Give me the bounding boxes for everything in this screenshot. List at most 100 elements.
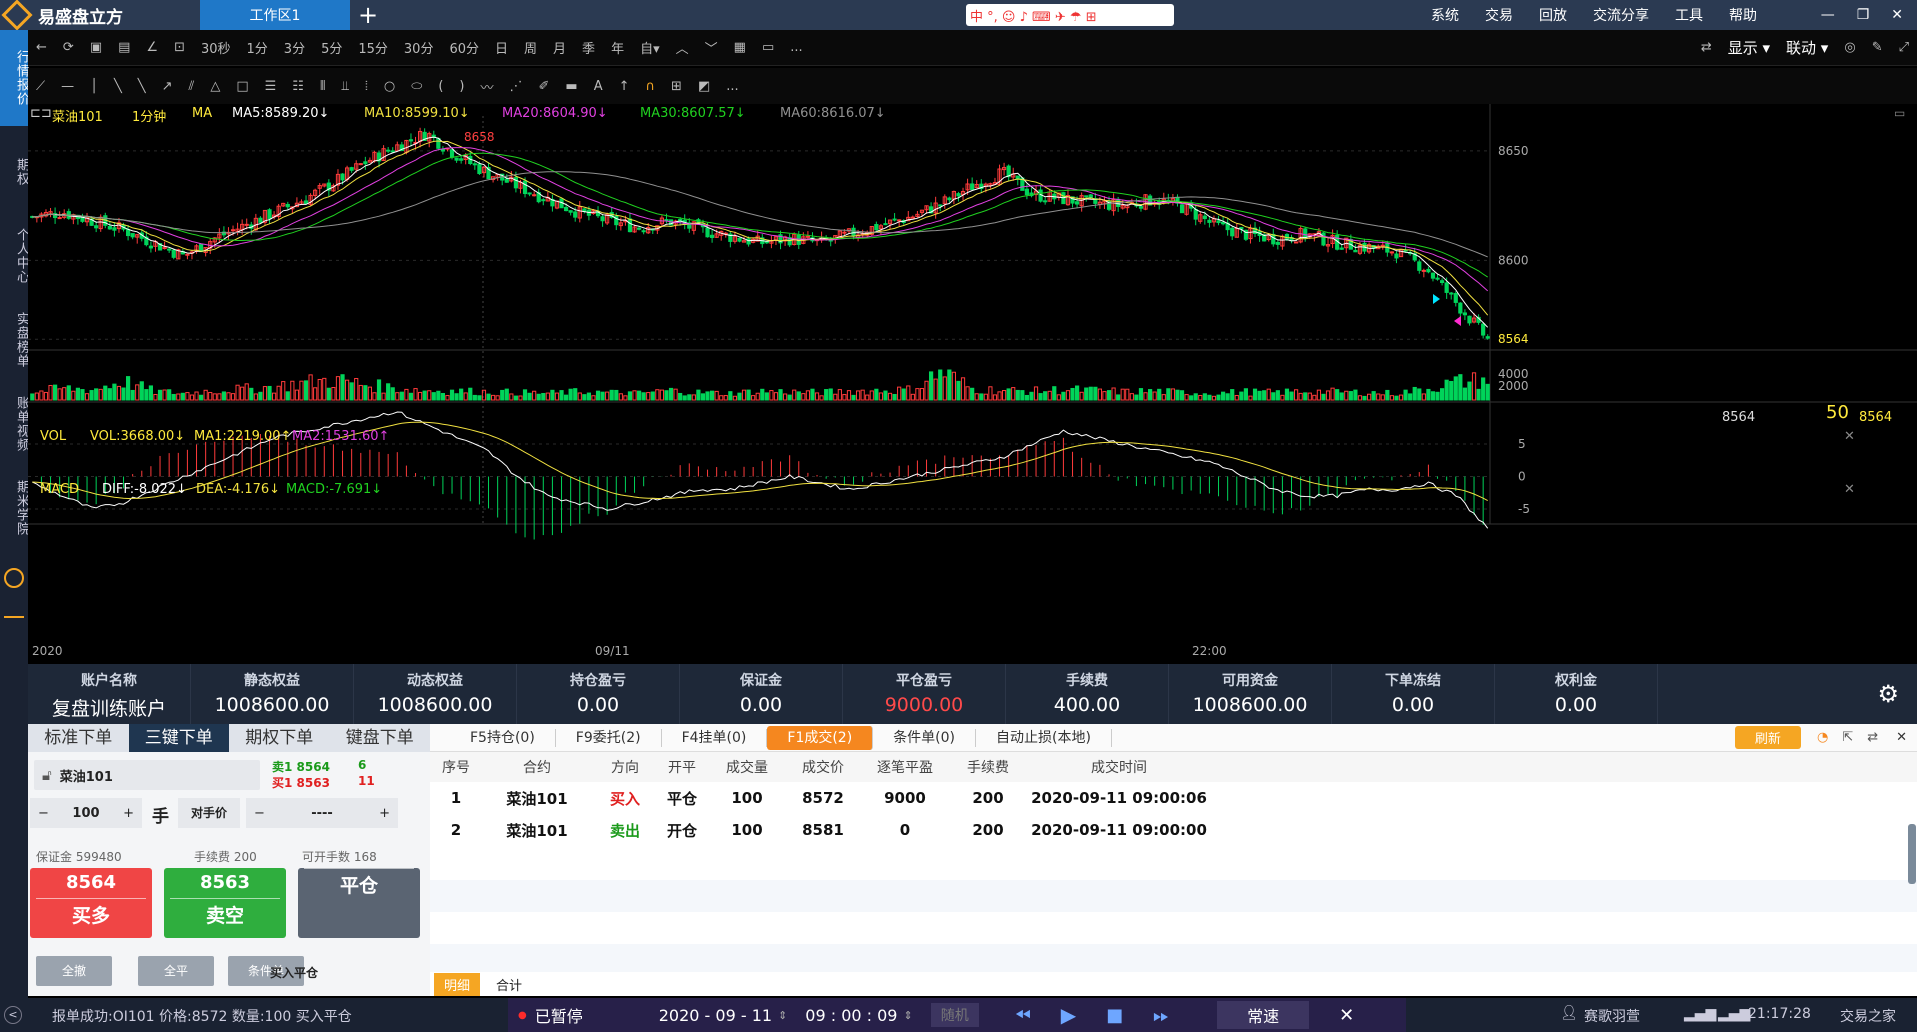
replay-date[interactable]: 2020 - 09 - 11: [659, 1006, 772, 1025]
tab-orders[interactable]: F9委托(2): [556, 728, 662, 747]
menu-replay[interactable]: 回放: [1539, 5, 1567, 25]
lock-icon[interactable]: 🔓︎: [42, 766, 52, 784]
contract-name[interactable]: 菜油101: [60, 766, 113, 785]
period-30m[interactable]: 30分: [396, 38, 442, 57]
table-scrollbar[interactable]: [1908, 824, 1916, 884]
menu-share[interactable]: 交流分享: [1593, 5, 1649, 25]
buy-long-button[interactable]: 8564 买多: [30, 868, 152, 938]
draw-gann-icon[interactable]: ☷: [284, 79, 312, 94]
ime-status[interactable]: 中 °, ☺ ♪ ⌨ ✈ ☂ ⊞: [970, 6, 1097, 25]
tab-standard-order[interactable]: 标准下单: [28, 724, 129, 752]
draw-ellipse-icon[interactable]: ⬭: [403, 79, 430, 94]
draw-circle-icon[interactable]: ○: [376, 79, 403, 94]
nav-ranking[interactable]: 实盘榜单: [0, 298, 29, 382]
draw-text-icon[interactable]: A: [586, 79, 611, 94]
vol-indicator[interactable]: VOL: [40, 429, 66, 444]
quantity-stepper[interactable]: − 100 +: [30, 798, 142, 828]
tab-total[interactable]: 合计: [490, 973, 528, 996]
period-30s[interactable]: 30秒: [193, 38, 239, 57]
sell-label[interactable]: 卖空: [170, 898, 280, 933]
eraser-icon[interactable]: ◩: [690, 79, 718, 94]
draw-arc-left-icon[interactable]: (: [430, 79, 451, 94]
tab-positions[interactable]: F5持仓(0): [450, 728, 556, 747]
text-icon[interactable]: ⊡: [166, 40, 193, 55]
close-panel-icon[interactable]: ✕: [1896, 730, 1907, 745]
draw-hline-icon[interactable]: —: [53, 79, 82, 94]
sell-short-button[interactable]: 8563 卖空: [164, 868, 286, 938]
close-vol-icon[interactable]: ✕: [1844, 429, 1855, 444]
settings-sliders-icon[interactable]: ⇄: [1693, 40, 1720, 55]
rewind-icon[interactable]: ⏪︎: [1015, 1003, 1031, 1027]
chart-canvas[interactable]: 8650860085644000200050-5: [28, 104, 1917, 664]
period-5m[interactable]: 5分: [313, 38, 350, 57]
user-name[interactable]: 赛歌羽萱: [1584, 1006, 1640, 1026]
price-stepper[interactable]: − ---- +: [246, 798, 398, 828]
refresh-button[interactable]: 刷新: [1734, 726, 1801, 749]
speed-select[interactable]: 常速: [1217, 1001, 1310, 1029]
draw-pencil-icon[interactable]: ✐: [531, 79, 558, 94]
menu-trade[interactable]: 交易: [1485, 5, 1513, 25]
draw-triangle-icon[interactable]: △: [202, 79, 228, 94]
magnet-icon[interactable]: ∩: [638, 79, 664, 94]
cancel-all-button[interactable]: 全撤: [36, 956, 112, 986]
period-week[interactable]: 周: [516, 38, 545, 57]
random-button[interactable]: 随机: [930, 1003, 979, 1027]
date-spinner-icon[interactable]: ⇕: [778, 1009, 787, 1022]
draw-fan-icon[interactable]: ⫫: [334, 79, 357, 94]
kline-chart[interactable]: 8650 8600 8564 4000 2000 5 0 -5 ⊏⊐ 菜油101 1分钟 MA…: [28, 104, 1917, 664]
add-tab-button[interactable]: +: [350, 1, 386, 29]
nav-bill-video[interactable]: 账单视频: [0, 382, 29, 466]
qty-plus-button[interactable]: +: [123, 806, 134, 821]
period-month[interactable]: 月: [545, 38, 574, 57]
maximize-button[interactable]: ❐: [1857, 7, 1870, 23]
minimize-button[interactable]: —: [1821, 7, 1835, 23]
macd-indicator[interactable]: MACD: [40, 482, 79, 497]
replay-time[interactable]: 09 : 00 : 09: [805, 1006, 897, 1025]
chart-scroll-handle[interactable]: ▭: [1894, 106, 1905, 120]
save-icon[interactable]: ▣: [82, 40, 110, 55]
price-mode-button[interactable]: 对手价: [178, 798, 240, 828]
qty-value[interactable]: 100: [72, 806, 99, 821]
replay-close-icon[interactable]: ✕: [1339, 1005, 1354, 1026]
table-row[interactable]: 1 菜油101 买入 平仓 100 8572 9000 200 2020-09-…: [430, 782, 1917, 814]
tab-pending[interactable]: F4挂单(0): [662, 728, 768, 747]
draw-line-icon[interactable]: ╲: [130, 79, 154, 94]
chart-indicator[interactable]: MA: [192, 106, 212, 121]
popout-icon[interactable]: ⇱: [1842, 730, 1853, 745]
draw-arc-right-icon[interactable]: ): [451, 79, 472, 94]
nav-academy[interactable]: 期米学院: [0, 466, 29, 550]
grid-icon[interactable]: ⊞: [663, 79, 690, 94]
nav-personal[interactable]: 个人中心: [0, 214, 29, 298]
draw-segment-icon[interactable]: ⟋: [28, 79, 53, 94]
draw-up-arrow-icon[interactable]: ↑: [611, 79, 638, 94]
period-3m[interactable]: 3分: [276, 38, 313, 57]
period-1m[interactable]: 1分: [239, 38, 276, 57]
tab-detail[interactable]: 明细: [434, 972, 481, 996]
tab-three-key-order[interactable]: 三键下单: [128, 724, 229, 752]
chart-symbol[interactable]: 菜油101: [52, 106, 103, 125]
close-button[interactable]: ✕: [1891, 7, 1903, 23]
zoom-out-icon[interactable]: ﹀: [697, 38, 726, 57]
draw-vline-icon[interactable]: │: [82, 79, 106, 94]
sell-price[interactable]: 8563: [164, 868, 286, 898]
qty-minus-button[interactable]: −: [38, 806, 49, 821]
menu-tools[interactable]: 工具: [1675, 5, 1703, 25]
more-tools-2[interactable]: ...: [718, 79, 746, 94]
alarm-icon[interactable]: ◎: [1836, 40, 1863, 55]
tab-conditional[interactable]: 条件单(0): [873, 728, 977, 747]
period-season[interactable]: 季: [574, 38, 603, 57]
pie-icon[interactable]: ◔: [1817, 730, 1828, 745]
fast-forward-icon[interactable]: ⏩︎: [1153, 1003, 1169, 1027]
draw-fib-icon[interactable]: ☰: [257, 79, 285, 94]
tab-fills[interactable]: F1成交(2): [767, 725, 874, 750]
period-day[interactable]: 日: [487, 38, 516, 57]
calc-icon[interactable]: ▦: [726, 40, 754, 55]
draw-ruler-icon[interactable]: ▬: [557, 79, 585, 94]
menu-system[interactable]: 系统: [1431, 5, 1459, 25]
expand-icon[interactable]: ⤢: [1891, 40, 1917, 55]
period-60m[interactable]: 60分: [441, 38, 487, 57]
close-position-button[interactable]: 平仓: [298, 868, 420, 938]
nav-quotes[interactable]: 行情报价: [0, 30, 29, 126]
tab-option-order[interactable]: 期权下单: [229, 724, 330, 752]
display-dropdown[interactable]: 显示 ▾: [1720, 37, 1778, 58]
